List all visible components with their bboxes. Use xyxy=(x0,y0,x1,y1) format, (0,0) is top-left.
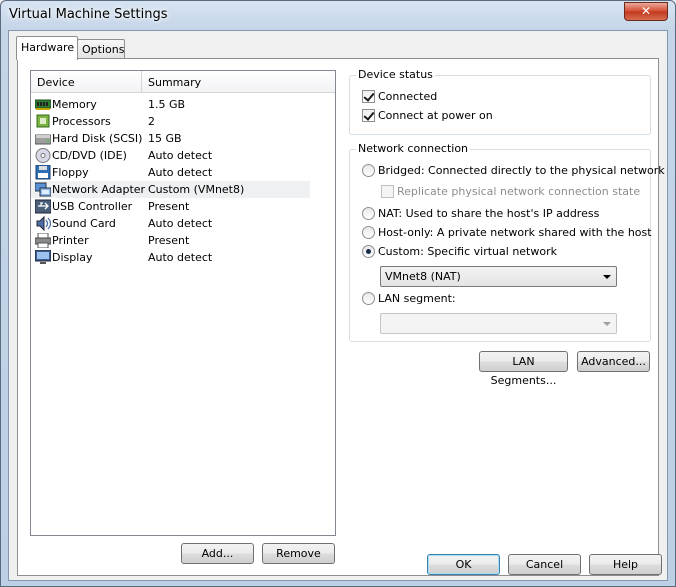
display-icon xyxy=(35,250,51,264)
device-row-display[interactable]: Display Auto detect xyxy=(31,249,310,266)
floppy-icon xyxy=(35,165,51,180)
network-adapter-icon xyxy=(35,182,51,197)
device-summary: Auto detect xyxy=(148,149,213,162)
processor-icon xyxy=(36,114,50,128)
device-summary: Custom (VMnet8) xyxy=(148,183,245,196)
device-name: Hard Disk (SCSI) xyxy=(52,132,143,145)
usb-icon xyxy=(35,199,51,214)
title-bar[interactable]: Virtual Machine Settings ✕ xyxy=(1,1,675,31)
device-row-memory[interactable]: Memory 1.5 GB xyxy=(31,96,310,113)
hardware-panel: Device Summary Memory 1.5 GB Processors … xyxy=(17,58,665,576)
device-summary: Present xyxy=(148,234,190,247)
nat-radio[interactable] xyxy=(362,207,375,220)
device-summary: Auto detect xyxy=(148,251,213,264)
lan-segment-radio[interactable] xyxy=(362,292,375,305)
connected-label[interactable]: Connected xyxy=(378,90,437,103)
device-name: Network Adapter xyxy=(52,183,146,196)
device-row-floppy[interactable]: Floppy Auto detect xyxy=(31,164,310,181)
close-button[interactable]: ✕ xyxy=(624,2,668,21)
cd-dvd-icon xyxy=(35,148,51,163)
device-status-group: Device status Connected Connect at power… xyxy=(349,68,651,135)
device-name: Sound Card xyxy=(52,217,116,230)
host-only-radio[interactable] xyxy=(362,226,375,239)
device-row-printer[interactable]: Printer Present xyxy=(31,232,310,249)
device-name: Processors xyxy=(52,115,111,128)
device-summary: Auto detect xyxy=(148,166,213,179)
device-row-cd-dvd[interactable]: CD/DVD (IDE) Auto detect xyxy=(31,147,310,164)
network-connection-group: Network connection Bridged: Connected di… xyxy=(349,142,665,342)
device-row-network-adapter[interactable]: Network Adapter Custom (VMnet8) xyxy=(31,181,310,198)
printer-icon xyxy=(35,233,51,248)
chevron-down-icon xyxy=(603,322,611,326)
cancel-button[interactable]: Cancel xyxy=(508,554,581,575)
connected-checkbox[interactable] xyxy=(362,90,375,103)
device-summary: 2 xyxy=(148,115,155,128)
device-summary: Present xyxy=(148,200,190,213)
memory-icon xyxy=(35,99,51,110)
help-button[interactable]: Help xyxy=(589,554,662,575)
device-name: USB Controller xyxy=(52,200,133,213)
connect-at-power-on-checkbox[interactable] xyxy=(362,109,375,122)
bridged-label[interactable]: Bridged: Connected directly to the physi… xyxy=(378,164,665,177)
connect-at-power-on-label[interactable]: Connect at power on xyxy=(378,109,493,122)
sound-card-icon xyxy=(36,216,51,231)
custom-network-select[interactable]: VMnet8 (NAT) xyxy=(380,266,617,287)
column-summary[interactable]: Summary xyxy=(148,76,201,89)
column-separator[interactable] xyxy=(141,71,142,93)
add-device-button[interactable]: Add... xyxy=(181,543,254,564)
device-name: Printer xyxy=(52,234,89,247)
tab-options[interactable]: Options xyxy=(77,39,125,58)
hard-disk-icon xyxy=(35,134,51,145)
replicate-state-label[interactable]: Replicate physical network connection st… xyxy=(397,185,640,198)
bridged-radio[interactable] xyxy=(362,164,375,177)
chevron-down-icon xyxy=(603,275,611,279)
host-only-label[interactable]: Host-only: A private network shared with… xyxy=(378,226,652,239)
device-name: Display xyxy=(52,251,93,264)
nat-label[interactable]: NAT: Used to share the host's IP address xyxy=(378,207,599,220)
device-status-title: Device status xyxy=(356,68,435,81)
lan-segment-label[interactable]: LAN segment: xyxy=(378,292,456,305)
device-summary: 15 GB xyxy=(148,132,182,145)
device-list[interactable]: Device Summary Memory 1.5 GB Processors … xyxy=(30,70,336,536)
dialog-client: Hardware Options Device Summary Memory 1… xyxy=(8,30,668,581)
tab-hardware[interactable]: Hardware xyxy=(16,36,78,60)
device-list-header: Device Summary xyxy=(31,71,335,93)
network-connection-title: Network connection xyxy=(356,142,471,155)
remove-device-button[interactable]: Remove xyxy=(262,543,335,564)
device-row-sound-card[interactable]: Sound Card Auto detect xyxy=(31,215,310,232)
device-row-usb-controller[interactable]: USB Controller Present xyxy=(31,198,310,215)
device-name: Floppy xyxy=(52,166,89,179)
window-title: Virtual Machine Settings xyxy=(9,7,168,22)
lan-segments-button[interactable]: LAN Segments... xyxy=(479,351,568,387)
advanced-button[interactable]: Advanced... xyxy=(577,351,650,372)
device-row-processors[interactable]: Processors 2 xyxy=(31,113,310,130)
settings-window: Virtual Machine Settings ✕ Hardware Opti… xyxy=(0,0,676,587)
custom-network-value: VMnet8 (NAT) xyxy=(385,270,461,283)
device-name: Memory xyxy=(52,98,97,111)
device-summary: Auto detect xyxy=(148,217,213,230)
device-summary: 1.5 GB xyxy=(148,98,186,111)
lan-segment-select[interactable] xyxy=(380,313,617,334)
replicate-state-checkbox[interactable] xyxy=(381,185,394,198)
device-row-hard-disk[interactable]: Hard Disk (SCSI) 15 GB xyxy=(31,130,310,147)
custom-radio[interactable] xyxy=(362,245,375,258)
ok-button[interactable]: OK xyxy=(427,554,500,575)
column-device[interactable]: Device xyxy=(37,76,75,89)
custom-label[interactable]: Custom: Specific virtual network xyxy=(378,245,557,258)
device-name: CD/DVD (IDE) xyxy=(52,149,127,162)
